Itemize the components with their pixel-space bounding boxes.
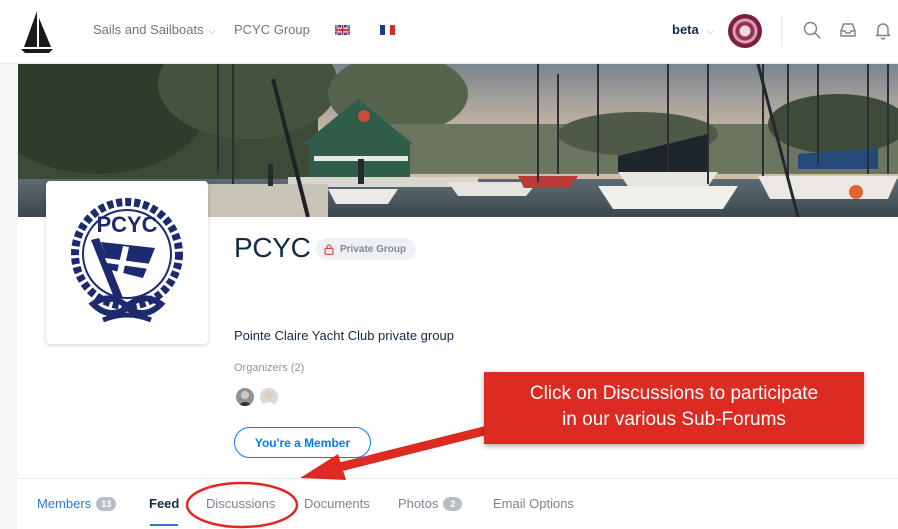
discussions-highlight-ellipse xyxy=(185,481,299,529)
callout-line-1: Click on Discussions to participate xyxy=(529,383,819,404)
annotation-arrow-shaft xyxy=(335,425,493,472)
annotation-overlay xyxy=(185,425,493,529)
callout-line-2: in our various Sub-Forums xyxy=(562,409,786,430)
annotation-callout: Click on Discussions to participate in o… xyxy=(484,372,864,444)
arrow-head-icon xyxy=(300,454,346,480)
page: Sails and Sailboats⌵ PCYC Group beta⌵ xyxy=(0,0,898,529)
